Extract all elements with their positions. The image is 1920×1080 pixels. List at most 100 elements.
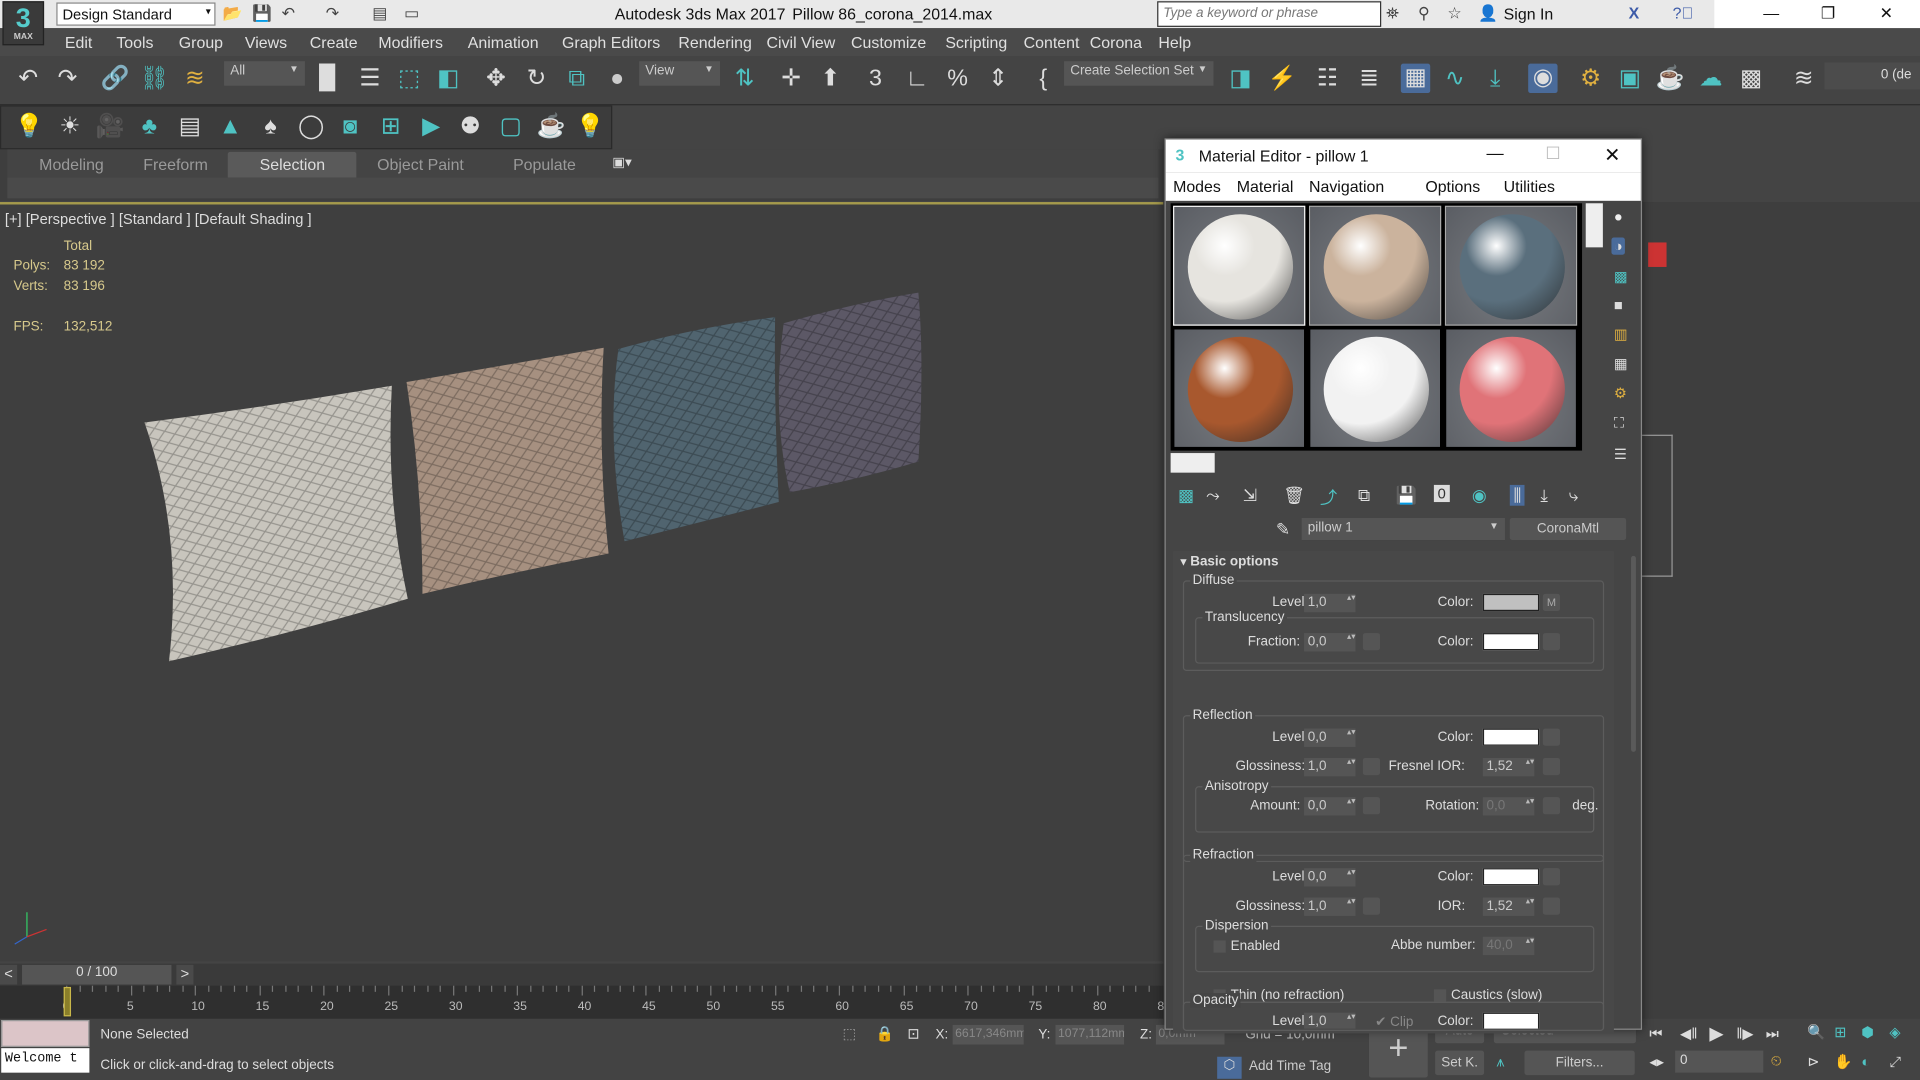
fresnel-map-button[interactable] (1542, 757, 1561, 776)
redo-icon[interactable]: ↷ (53, 65, 82, 94)
tab-freeform[interactable]: Freeform (143, 152, 208, 178)
snaps-toggle-icon[interactable]: 3 (861, 65, 890, 94)
tree-icon[interactable]: ▲ (216, 113, 245, 142)
fraction-spinner[interactable]: 0,0 (1304, 633, 1356, 652)
menu-edit[interactable]: Edit (65, 33, 92, 51)
scene-explorer-icon[interactable]: ☷ (1313, 65, 1342, 94)
minimize-icon[interactable]: — (1763, 4, 1779, 22)
minimize-icon[interactable]: — (1487, 143, 1504, 163)
sample-slot[interactable] (1444, 205, 1578, 326)
slots-vscroll[interactable] (1585, 203, 1603, 248)
schematic-view-icon[interactable]: ⤓ (1480, 65, 1509, 94)
link-icon[interactable]: 🔗 (100, 65, 130, 94)
render-production-icon[interactable]: ☕ (1656, 65, 1685, 94)
refraction-color-swatch[interactable] (1482, 868, 1540, 886)
material-id-icon[interactable]: 0 (1433, 484, 1450, 503)
opacity-level-spinner[interactable]: 1,0 (1304, 1012, 1356, 1029)
zoom-all-icon[interactable]: ⊞ (1834, 1024, 1846, 1041)
make-preview-icon[interactable]: ▦ (1614, 355, 1628, 372)
ribbon-options-icon[interactable]: ▣▾ (612, 154, 631, 171)
prev-key-icon[interactable]: ◀‖ (1680, 1025, 1697, 1042)
diffuse-color-swatch[interactable] (1482, 593, 1540, 612)
satellite-icon[interactable]: ⚲ (1418, 4, 1430, 24)
time-cursor[interactable] (63, 986, 72, 1017)
lightmix-icon[interactable]: 💡 (576, 113, 605, 142)
put-to-scene-icon[interactable]: ⤳ (1206, 485, 1220, 506)
assign-material-icon[interactable]: ⇲ (1243, 485, 1257, 506)
binoculars-icon[interactable]: ⛯ (1386, 4, 1399, 24)
time-tag-icon[interactable]: ⬡ (1217, 1056, 1242, 1079)
put-to-library-icon[interactable]: 💾 (1396, 485, 1417, 506)
sun-icon[interactable]: ☀ (55, 113, 84, 142)
menu-views[interactable]: Views (245, 33, 287, 51)
render-setup-icon[interactable]: ⚙ (1576, 65, 1605, 94)
selection-filter-dropdown[interactable]: All ▼ (224, 61, 305, 86)
sample-slot[interactable] (1173, 328, 1306, 449)
me-menu-navigation[interactable]: Navigation (1309, 178, 1384, 196)
diffuse-map-button[interactable]: M (1542, 593, 1561, 612)
go-to-parent-icon[interactable]: ⤓ (1540, 485, 1548, 506)
translucency-map-button[interactable] (1542, 633, 1561, 651)
backlight-icon[interactable]: ◑ (1611, 237, 1626, 255)
isolate-icon[interactable]: ⬚ (842, 1025, 856, 1042)
light-icon[interactable]: 💡 (15, 113, 44, 142)
amount-map-button[interactable] (1362, 797, 1381, 815)
pivot-icon[interactable]: ⇅ (730, 65, 759, 94)
make-unique-icon[interactable]: ⤴ (1320, 485, 1337, 509)
goto-end-icon[interactable]: ⏭ (1766, 1025, 1779, 1043)
menu-create[interactable]: Create (310, 33, 358, 51)
menu-graph-editors[interactable]: Graph Editors (562, 33, 660, 51)
material-editor-titlebar[interactable]: 3 Material Editor - pillow 1 — ☐ ✕ (1165, 139, 1641, 173)
abbe-spinner[interactable]: 40,0 (1482, 936, 1535, 956)
menu-scripting[interactable]: Scripting (945, 33, 1007, 51)
sample-slot[interactable] (1308, 205, 1442, 326)
menu-customize[interactable]: Customize (851, 33, 926, 51)
ior-map-button[interactable] (1542, 897, 1561, 915)
menu-rendering[interactable]: Rendering (678, 33, 751, 51)
select-by-name-icon[interactable]: ☰ (355, 65, 384, 94)
percent-snap-icon[interactable]: % (943, 65, 972, 94)
sample-slot[interactable] (1308, 328, 1442, 449)
field-of-view-icon[interactable]: ⊳ (1807, 1053, 1819, 1070)
tab-selection[interactable]: Selection (227, 151, 357, 178)
menu-tools[interactable]: Tools (116, 33, 153, 51)
menu-corona[interactable]: Corona (1090, 33, 1142, 51)
refraction-level-spinner[interactable]: 0,0 (1304, 868, 1356, 887)
rotate-icon[interactable]: ↻ (522, 65, 551, 94)
rotation-map-button[interactable] (1542, 797, 1561, 815)
reflection-level-spinner[interactable]: 0,0 (1304, 728, 1356, 747)
select-manipulate-icon[interactable]: ✛ (776, 65, 805, 94)
prev-frame-button[interactable]: < (0, 964, 18, 985)
video-color-icon[interactable]: ▥ (1614, 326, 1628, 343)
menu-help[interactable]: Help (1158, 33, 1191, 51)
project-icon[interactable]: ▤ (372, 4, 387, 24)
sample-type-icon[interactable]: ● (1614, 208, 1623, 225)
teapot-icon[interactable]: ☕ (536, 113, 566, 142)
named-selection-icon[interactable]: { (1029, 65, 1058, 94)
proxy-icon[interactable]: ♣ (135, 113, 164, 142)
rollout-title[interactable]: Basic options (1190, 555, 1278, 570)
unlink-icon[interactable]: ⛓ (140, 65, 170, 94)
maxscript-input[interactable]: Welcome t (1, 1048, 90, 1073)
undo-icon[interactable]: ↶ (282, 4, 295, 24)
y-coordinate-field[interactable]: 1077,112mm (1055, 1024, 1125, 1045)
key-mode-toggle-icon[interactable]: ◂▸ (1649, 1053, 1664, 1070)
ring-icon[interactable]: ◯ (296, 113, 325, 142)
menu-civil-view[interactable]: Civil View (767, 33, 836, 51)
layer-explorer-icon[interactable]: ≣ (1354, 65, 1383, 94)
add-time-tag[interactable]: Add Time Tag (1249, 1059, 1331, 1074)
perspective-viewport[interactable]: [+] [Perspective ] [Standard ] [Default … (0, 202, 1164, 962)
rectangle-selection-icon[interactable]: ⬚ (394, 65, 423, 94)
me-menu-options[interactable]: Options (1425, 178, 1480, 196)
open-icon[interactable]: 📂 (223, 4, 243, 24)
zoom-extents-all-icon[interactable]: ◈ (1889, 1024, 1900, 1041)
layer-dropdown[interactable]: 0 (de (1824, 62, 1920, 90)
tab-modeling[interactable]: Modeling (39, 152, 104, 178)
show-end-result-icon[interactable]: ⫼ (1509, 484, 1526, 506)
sign-in-link[interactable]: Sign In (1504, 5, 1554, 23)
time-config-icon[interactable]: ⏲ (1771, 1052, 1782, 1070)
sample-slot[interactable] (1173, 205, 1306, 326)
spinner-snap-icon[interactable]: ⇕ (983, 65, 1012, 94)
mirror-icon[interactable]: ◨ (1226, 65, 1255, 94)
maximize-viewport-icon[interactable]: ⤢ (1889, 1053, 1901, 1071)
